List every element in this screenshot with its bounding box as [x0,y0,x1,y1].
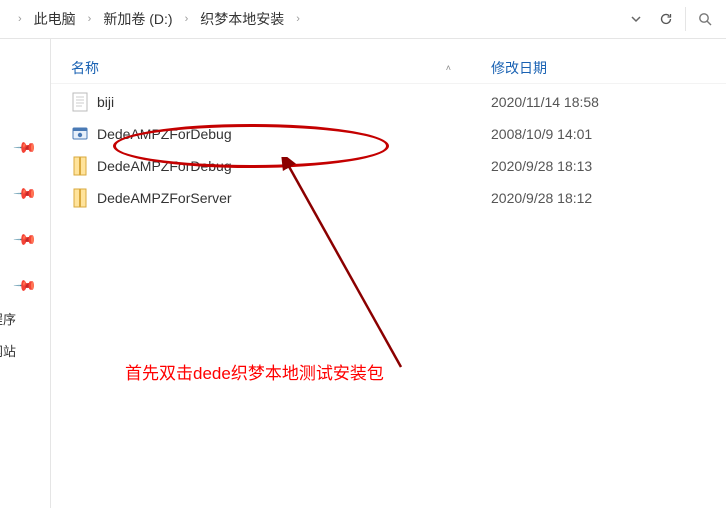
breadcrumb-item[interactable]: 织梦本地安装 [198,7,286,31]
zip-file-icon [71,188,89,208]
text-file-icon [71,92,89,112]
file-row[interactable]: DedeAMPZForServer 2020/9/28 18:12 [51,182,726,214]
breadcrumb-item[interactable]: 新加卷 (D:) [101,7,174,31]
file-name: DedeAMPZForServer [97,190,232,206]
breadcrumb-item[interactable]: 此电脑 [32,7,78,31]
file-list: biji 2020/11/14 18:58 DedeAMPZForDebug 2… [51,84,726,214]
address-bar-controls [621,5,720,33]
annotation-text: 首先双击dede织梦本地测试安装包 [125,359,384,384]
file-row[interactable]: biji 2020/11/14 18:58 [51,86,726,118]
chevron-right-icon: › [84,13,96,25]
chevron-right-icon: › [14,13,26,25]
file-name: DedeAMPZForDebug [97,126,232,142]
executable-file-icon [71,124,89,144]
chevron-right-icon: › [292,13,304,25]
file-date: 2020/9/28 18:12 [491,190,726,206]
file-row[interactable]: DedeAMPZForDebug 2008/10/9 14:01 [51,118,726,150]
file-date: 2020/9/28 18:13 [491,158,726,174]
file-row[interactable]: DedeAMPZForDebug 2020/9/28 18:13 [51,150,726,182]
pin-icon[interactable]: 📌 [12,181,38,207]
file-date: 2020/11/14 18:58 [491,94,726,110]
search-button[interactable] [690,5,720,33]
refresh-button[interactable] [651,5,681,33]
zip-file-icon [71,156,89,176]
address-bar: › 此电脑 › 新加卷 (D:) › 织梦本地安装 › [0,0,726,39]
column-header-name[interactable]: 名称 ˄ [71,58,491,78]
sort-indicator-icon: ˄ [446,63,451,73]
nav-pane: 📌 📌 📌 📌 程序 网站 [0,39,51,508]
file-name: DedeAMPZForDebug [97,158,232,174]
sidebar-item-label[interactable]: 程序 [0,309,16,328]
divider [685,7,686,31]
pin-icon[interactable]: 📌 [12,273,38,299]
chevron-right-icon: › [181,13,193,25]
column-header-label: 名称 [71,58,99,78]
breadcrumb[interactable]: › 此电脑 › 新加卷 (D:) › 织梦本地安装 › [14,7,621,31]
sidebar-item-label[interactable]: 网站 [0,341,16,360]
column-headers: 名称 ˄ 修改日期 [51,53,726,84]
column-header-date[interactable]: 修改日期 [491,58,726,78]
file-list-pane: 名称 ˄ 修改日期 biji 2020/11/14 18:58 [51,39,726,508]
pin-icon[interactable]: 📌 [12,135,38,161]
file-date: 2008/10/9 14:01 [491,126,726,142]
history-dropdown-button[interactable] [621,5,651,33]
column-header-label: 修改日期 [491,60,547,76]
pin-icon[interactable]: 📌 [12,227,38,253]
file-name: biji [97,94,114,110]
